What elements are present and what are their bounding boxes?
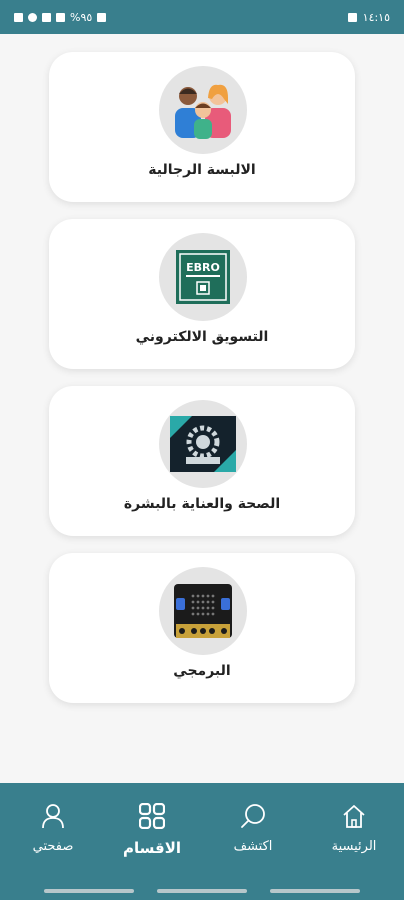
category-card-health-skincare[interactable]: الصحة والعناية بالبشرة: [49, 386, 355, 536]
nav-explore[interactable]: اكتشف: [208, 803, 298, 854]
category-card-e-marketing[interactable]: EBRO التسويق الالكتروني: [49, 219, 355, 369]
gear-emblem-icon: [159, 400, 247, 488]
family-icon: [159, 66, 247, 154]
status-bar: %٩٥ ١٤:١٥: [0, 0, 404, 34]
battery-icon: [97, 12, 107, 22]
status-time-area: ١٤:١٥: [347, 10, 390, 24]
gesture-handle: [44, 889, 134, 893]
ebro-logo-text: EBRO: [186, 261, 220, 274]
search-icon: [240, 803, 266, 833]
gallery-icon: [347, 12, 357, 22]
status-indicators: %٩٥: [14, 10, 107, 24]
bottom-navigation: صفحتي الاقسام اكتشف الرئيسية: [0, 783, 404, 900]
person-icon: [41, 803, 65, 833]
gesture-handles: [0, 889, 404, 893]
signal-icon: [56, 12, 65, 22]
category-label: التسويق الالكتروني: [135, 329, 269, 345]
hotspot-icon: [28, 12, 37, 22]
category-label: البرمجي: [173, 663, 231, 679]
nav-label-explore: اكتشف: [233, 839, 273, 854]
data-icon: [42, 12, 51, 22]
grid-icon: [138, 802, 166, 833]
nav-label-my-page: صفحتي: [32, 839, 74, 854]
gesture-handle: [270, 889, 360, 893]
nav-sections[interactable]: الاقسام: [107, 802, 197, 857]
nav-label-home: الرئيسية: [331, 839, 377, 854]
nav-home[interactable]: الرئيسية: [309, 803, 399, 854]
category-label: الصحة والعناية بالبشرة: [123, 496, 281, 512]
category-card-mens-clothing[interactable]: الالبسة الرجالية: [49, 52, 355, 202]
nav-my-page[interactable]: صفحتي: [8, 803, 98, 854]
microbit-board-icon: [159, 567, 247, 655]
nav-label-sections: الاقسام: [122, 839, 182, 857]
battery-percent: %٩٥: [70, 10, 93, 24]
category-label: الالبسة الرجالية: [148, 162, 256, 178]
gesture-handle: [157, 889, 247, 893]
home-icon: [341, 803, 367, 833]
mute-icon: [14, 12, 23, 22]
status-time: ١٤:١٥: [362, 10, 390, 24]
category-card-programming[interactable]: البرمجي: [49, 553, 355, 703]
ebro-logo-icon: EBRO: [159, 233, 247, 321]
